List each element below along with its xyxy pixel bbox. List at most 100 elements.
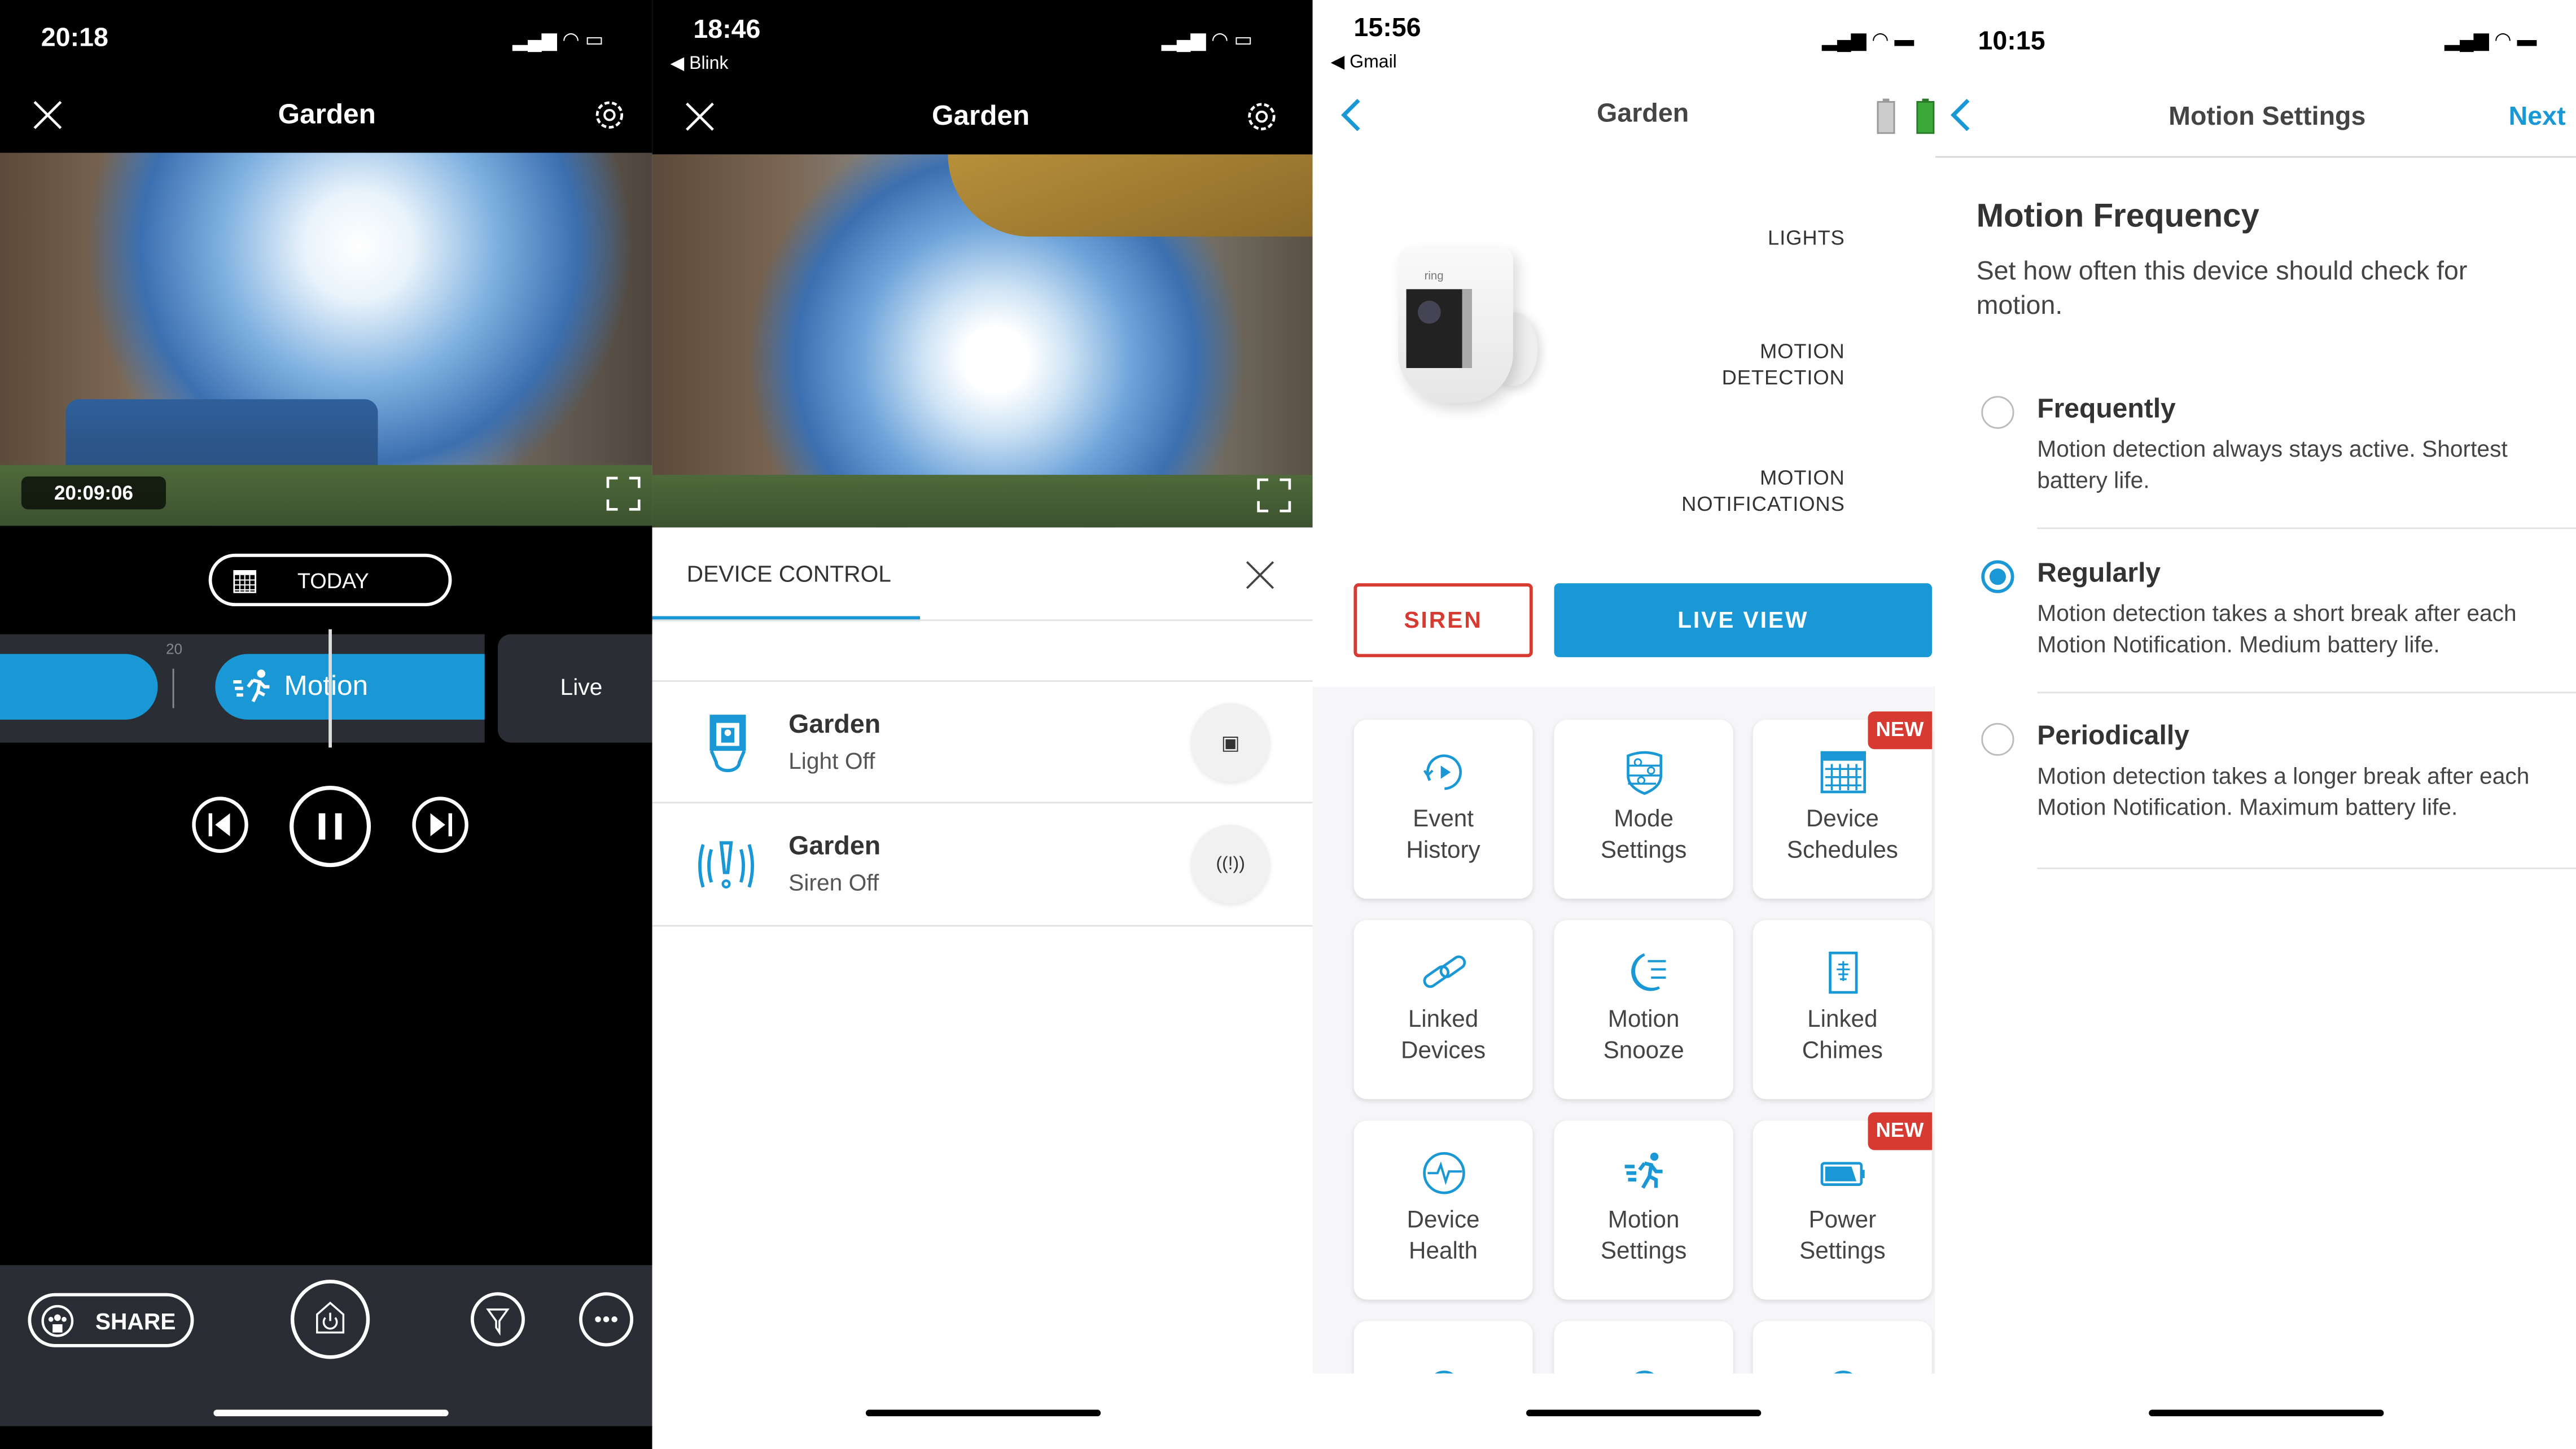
fullscreen-icon[interactable]: [1257, 478, 1291, 513]
tile-label-line: Schedules: [1786, 838, 1898, 865]
tile-event-history[interactable]: Event History: [1353, 719, 1533, 899]
back-chevron-icon[interactable]: [1948, 97, 1972, 133]
tile-partial[interactable]: [1353, 1321, 1533, 1374]
tile-motion-settings[interactable]: Motion Settings: [1554, 1120, 1733, 1300]
battery-icon: [1820, 1162, 1864, 1186]
filter-icon[interactable]: [470, 1292, 525, 1347]
floodlight-icon: [709, 715, 746, 773]
status-icons: ▂▄▆ ◠ ▭: [1161, 28, 1253, 51]
back-to-app[interactable]: ◀ Blink: [671, 52, 729, 74]
device-status: Siren Off: [788, 869, 879, 896]
device-control-tab[interactable]: DEVICE CONTROL: [687, 561, 891, 587]
light-toggle-button[interactable]: ▣: [1191, 703, 1270, 782]
live-button[interactable]: Live: [497, 634, 652, 743]
new-badge: NEW: [1867, 1112, 1932, 1150]
calendar-icon: [1820, 751, 1865, 794]
more-icon[interactable]: [579, 1292, 634, 1347]
camera-video[interactable]: 20:09:06: [0, 152, 652, 526]
tile-label-line: Linked: [1807, 1007, 1878, 1034]
link-icon: [1422, 955, 1465, 988]
option-title[interactable]: Regularly: [2037, 559, 2161, 590]
camera-video[interactable]: [652, 154, 1313, 528]
siren-button[interactable]: SIREN: [1353, 583, 1533, 658]
tile-label-line: Motion: [1607, 1207, 1680, 1234]
fullscreen-icon[interactable]: [606, 476, 641, 511]
skip-forward-icon[interactable]: [411, 795, 470, 855]
tile-linked-chimes[interactable]: Linked Chimes: [1753, 920, 1932, 1100]
option-description: Motion detection always stays active. Sh…: [2037, 435, 2508, 493]
camera-brand-logo: ring: [1424, 271, 1444, 283]
home-indicator: [1526, 1409, 1762, 1417]
siren-toggle-button[interactable]: ((!)): [1191, 825, 1270, 904]
home-power-icon[interactable]: [289, 1279, 371, 1361]
motion-runner-icon: [233, 669, 270, 703]
section-heading: Motion Frequency: [1976, 199, 2259, 235]
status-icons: ▂▄▆ ◠ ▬: [2444, 28, 2537, 51]
calendar-icon: [233, 570, 257, 593]
tile-label-line: Power: [1808, 1207, 1877, 1234]
tile-motion-snooze[interactable]: Motion Snooze: [1554, 920, 1733, 1100]
toggle-label-motion-detection: MOTION DETECTION: [1722, 339, 1845, 391]
radio-frequently[interactable]: [1981, 396, 2014, 429]
motion-event-bar[interactable]: Motion: [215, 654, 485, 720]
back-chevron-icon[interactable]: [1339, 97, 1362, 133]
radio-periodically[interactable]: [1981, 723, 2014, 756]
gear-icon[interactable]: [1243, 99, 1280, 135]
live-view-button[interactable]: LIVE VIEW: [1554, 583, 1932, 658]
device-status: Light Off: [788, 747, 875, 774]
help-icon: [1634, 1371, 1653, 1374]
option-title[interactable]: Periodically: [2037, 721, 2189, 752]
tile-label-line: Mode: [1614, 807, 1673, 833]
motion-runner-icon: [1624, 1152, 1662, 1189]
tile-partial[interactable]: [1554, 1321, 1733, 1374]
tile-device-health[interactable]: Device Health: [1353, 1120, 1533, 1300]
timeline[interactable]: 20 Motion: [0, 634, 485, 743]
tile-linked-devices[interactable]: Linked Devices: [1353, 920, 1533, 1100]
radio-regularly[interactable]: [1981, 560, 2014, 593]
tile-power-settings[interactable]: Power Settings NEW: [1753, 1112, 1932, 1300]
tile-partial[interactable]: [1753, 1321, 1932, 1374]
page-title: Garden: [932, 100, 1030, 132]
home-indicator: [865, 1409, 1101, 1417]
toggle-label-motion-notifications: MOTION NOTIFICATIONS: [1681, 465, 1845, 518]
live-label: Live: [560, 673, 603, 700]
status-icons: ▂▄▆ ◠ ▬: [1821, 28, 1915, 51]
mode-shield-icon: [1626, 751, 1662, 795]
next-button[interactable]: Next: [2509, 103, 2566, 133]
tile-device-schedules[interactable]: Device Schedules NEW: [1753, 711, 1932, 899]
divider: [2037, 867, 2576, 869]
feature-grid: Event History Mode Settings Device Schedules N…: [1312, 686, 1935, 1374]
battery-full-icon: [1916, 98, 1935, 134]
pause-icon[interactable]: [287, 783, 373, 869]
date-button[interactable]: TODAY: [208, 553, 452, 607]
close-icon[interactable]: [33, 100, 62, 130]
option-description: Motion detection takes a short break aft…: [2037, 599, 2517, 658]
gear-icon[interactable]: [592, 97, 628, 133]
tile-label-line: Chimes: [1802, 1038, 1883, 1065]
previous-event-bar[interactable]: [0, 654, 158, 720]
device-name: Garden: [788, 711, 881, 739]
close-icon[interactable]: [685, 102, 715, 131]
people-icon: [1833, 1371, 1852, 1374]
tile-label-line: Device: [1407, 1207, 1480, 1234]
device-row-siren[interactable]: Garden Siren Off ((!)): [652, 803, 1313, 925]
page-title: Motion Settings: [2168, 103, 2366, 132]
tile-label-line: Snooze: [1603, 1038, 1684, 1065]
tile-label-line: History: [1406, 838, 1480, 865]
tile-label-line: Settings: [1600, 1238, 1687, 1266]
close-icon[interactable]: [1245, 561, 1274, 590]
tile-mode-settings[interactable]: Mode Settings: [1554, 719, 1733, 899]
label-line: LIGHTS: [1768, 226, 1845, 250]
skip-back-icon[interactable]: [191, 795, 250, 855]
share-button[interactable]: SHARE: [28, 1293, 194, 1347]
label-line: MOTION: [1759, 340, 1845, 364]
tile-label-line: Linked: [1408, 1007, 1479, 1034]
option-title[interactable]: Frequently: [2037, 395, 2176, 426]
device-row-light[interactable]: Garden Light Off ▣: [652, 682, 1313, 802]
back-to-app[interactable]: ◀ Gmail: [1331, 51, 1397, 72]
event-label: Motion: [284, 670, 369, 702]
home-indicator: [213, 1409, 449, 1417]
label-line: NOTIFICATIONS: [1681, 493, 1845, 516]
motion-settings-screen: 10:15 ▂▄▆ ◠ ▬ Motion Settings Next Motio…: [1935, 0, 2576, 1449]
playhead[interactable]: [328, 629, 331, 748]
